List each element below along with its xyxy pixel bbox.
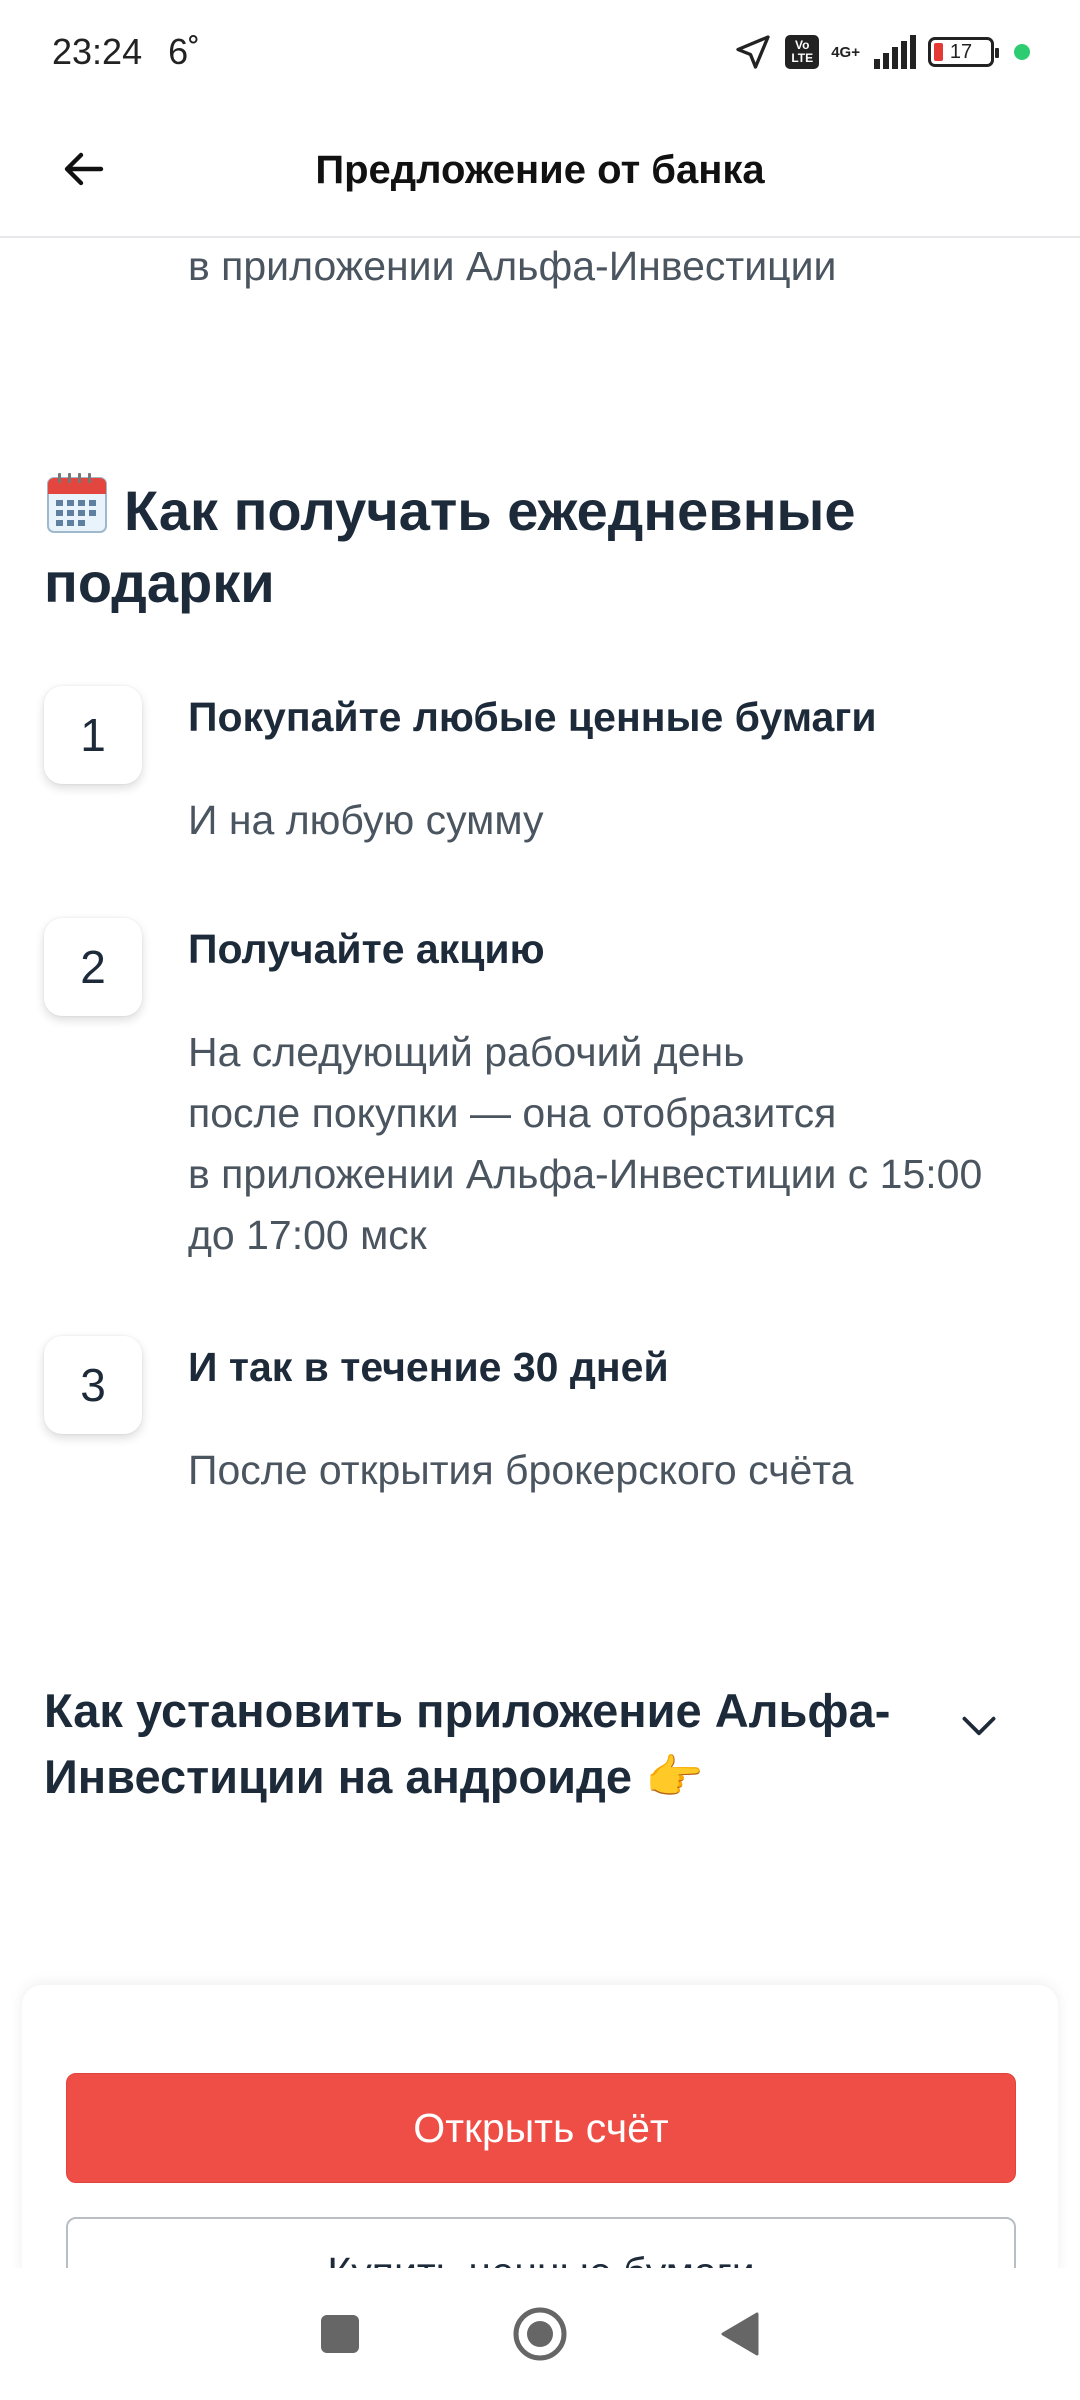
step-number-badge: 1 [44, 686, 142, 784]
step-description: На следующий рабочий день после покупки … [188, 1029, 983, 1258]
signal-icon [874, 35, 916, 69]
step-title: Покупайте любые ценные бумаги [188, 694, 877, 740]
step-description: После открытия брокерского счёта [188, 1447, 854, 1493]
back-triangle-icon[interactable] [719, 2311, 761, 2357]
step-item: 1 Покупайте любые ценные бумаги И на люб… [44, 686, 1044, 843]
arrow-left-icon [64, 152, 104, 186]
battery-icon: 17 [928, 37, 999, 67]
step-title: И так в течение 30 дней [188, 1344, 669, 1390]
privacy-indicator-dot [1014, 44, 1030, 60]
install-app-accordion[interactable]: Как установить приложение Альфа-Инвестиц… [44, 1678, 1024, 1838]
step-item: 2 Получайте акцию На следующий рабочий д… [44, 918, 1044, 1258]
home-circle-icon[interactable] [511, 2305, 569, 2363]
status-temperature: 6˚ [168, 31, 201, 72]
battery-level: 17 [949, 40, 973, 63]
step-number-badge: 3 [44, 1336, 142, 1434]
system-navigation-bar [0, 2268, 1080, 2400]
status-time: 23:24 [52, 31, 143, 72]
previous-section-text: в приложении Альфа-Инвестиции [188, 243, 837, 289]
section-title-text: Как получать ежедневные подарки [44, 479, 856, 614]
back-button[interactable] [50, 134, 120, 204]
section-heading: Как получать ежедневные подарки [44, 470, 1004, 619]
step-item: 3 И так в течение 30 дней После открытия… [44, 1336, 1044, 1516]
app-header: Предложение от банка [0, 104, 1080, 238]
location-icon [736, 35, 770, 69]
step-title: Получайте акцию [188, 926, 545, 972]
chevron-down-icon [962, 1716, 996, 1736]
recents-square-icon[interactable] [319, 2313, 361, 2355]
offer-content[interactable]: в приложении Альфа-Инвестиции Как получа… [0, 238, 1080, 1978]
status-bar: 23:24 6˚ Vo LTE 4G+ 17 [0, 0, 1080, 104]
step-description: И на любую сумму [188, 797, 544, 843]
page-title: Предложение от банка [315, 148, 765, 192]
open-account-button[interactable]: Открыть счёт [66, 2073, 1016, 2183]
network-type: 4G+ [831, 43, 860, 61]
calendar-icon [47, 473, 107, 533]
step-number-badge: 2 [44, 918, 142, 1016]
accordion-title: Как установить приложение Альфа-Инвестиц… [44, 1684, 891, 1803]
action-panel: Открыть счёт Купить ценные бумаги [22, 1985, 1058, 2285]
volte-icon: Vo LTE [785, 35, 820, 69]
